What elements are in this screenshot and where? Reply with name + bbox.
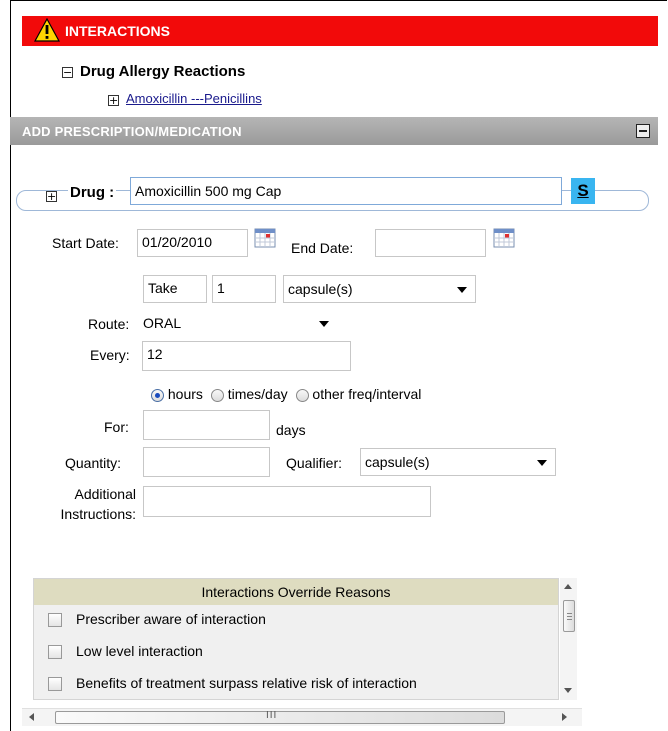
take-unit-value: capsule(s) <box>288 281 353 297</box>
route-value: ORAL <box>143 315 182 331</box>
times-per-day-radio[interactable] <box>210 388 224 402</box>
vertical-scroll-thumb[interactable] <box>563 600 575 632</box>
scroll-up-icon[interactable] <box>564 584 572 589</box>
collapse-section-button[interactable] <box>636 124 650 138</box>
additional-instructions-label: Additional Instructions: <box>53 484 136 524</box>
expand-drug-icon[interactable]: + <box>46 191 57 202</box>
interactions-bar: INTERACTIONS <box>22 16 658 46</box>
override-reasons-panel: Interactions Override Reasons Prescriber… <box>33 578 559 700</box>
days-label: days <box>276 422 306 438</box>
times-per-day-radio-label: times/day <box>227 386 288 402</box>
drug-allergy-reactions-title: Drug Allergy Reactions <box>80 63 246 80</box>
end-date-label: End Date: <box>291 240 354 256</box>
expand-tree-icon[interactable]: + <box>108 95 119 106</box>
scroll-down-icon[interactable] <box>564 688 572 693</box>
end-date-input[interactable] <box>375 229 486 257</box>
reason-checkbox[interactable] <box>48 645 62 659</box>
hours-radio[interactable] <box>151 388 164 402</box>
start-date-calendar-icon[interactable] <box>254 228 276 248</box>
route-label: Route: <box>88 316 130 332</box>
reason-label: Prescriber aware of interaction <box>76 611 266 627</box>
every-input[interactable]: 12 <box>142 341 351 371</box>
override-reasons-header: Interactions Override Reasons <box>34 579 558 605</box>
other-freq-radio-label: other freq/interval <box>312 386 422 402</box>
take-unit-select[interactable]: capsule(s) <box>283 275 476 303</box>
reason-label: Low level interaction <box>76 643 203 659</box>
additional-label-line-1: Additional <box>74 486 137 502</box>
reason-checkbox[interactable] <box>48 677 62 691</box>
scroll-left-icon[interactable] <box>29 713 34 721</box>
qualifier-select[interactable]: capsule(s) <box>360 448 556 476</box>
for-input[interactable] <box>143 410 270 440</box>
interactions-title: INTERACTIONS <box>65 23 170 39</box>
chevron-down-icon <box>319 321 329 327</box>
quantity-input[interactable] <box>143 447 270 477</box>
for-label: For: <box>104 419 129 435</box>
warning-icon <box>34 18 60 42</box>
hours-radio-label: hours <box>167 386 203 402</box>
additional-instructions-input[interactable] <box>143 486 431 517</box>
allergy-item-link[interactable]: Amoxicillin ---Penicillins <box>126 91 262 106</box>
end-date-calendar-icon[interactable] <box>493 228 515 248</box>
scroll-right-icon[interactable] <box>562 713 567 721</box>
frequency-radio-group: hours times/day other freq/interval <box>151 386 421 402</box>
add-prescription-header: ADD PRESCRIPTION/MEDICATION <box>10 117 658 145</box>
chevron-down-icon <box>537 460 547 466</box>
take-label-box: Take <box>143 275 207 303</box>
every-label: Every: <box>90 347 130 363</box>
collapse-tree-icon[interactable]: − <box>62 67 73 78</box>
horizontal-scroll-thumb[interactable]: III <box>55 710 505 724</box>
override-vertical-scrollbar[interactable] <box>560 578 577 700</box>
drug-input[interactable]: Amoxicillin 500 mg Cap <box>130 177 562 205</box>
route-select[interactable]: ORAL <box>138 309 338 337</box>
scroll-grip: III <box>266 710 278 721</box>
start-date-label: Start Date: <box>52 235 119 251</box>
qualifier-value: capsule(s) <box>365 454 430 470</box>
drug-label: Drug : <box>68 184 117 201</box>
start-date-input[interactable]: 01/20/2010 <box>137 229 248 257</box>
add-prescription-title: ADD PRESCRIPTION/MEDICATION <box>22 124 242 139</box>
chevron-down-icon <box>457 287 467 293</box>
take-quantity-input[interactable]: 1 <box>212 275 276 303</box>
qualifier-label: Qualifier: <box>286 455 343 471</box>
quantity-label: Quantity: <box>65 455 122 471</box>
s-button[interactable]: S <box>571 178 595 204</box>
reason-checkbox[interactable] <box>48 613 62 627</box>
other-freq-radio[interactable] <box>295 388 309 402</box>
horizontal-scrollbar[interactable]: III <box>22 708 582 726</box>
reason-label: Benefits of treatment surpass relative r… <box>76 675 417 691</box>
additional-label-line-2: Instructions: <box>60 506 136 522</box>
